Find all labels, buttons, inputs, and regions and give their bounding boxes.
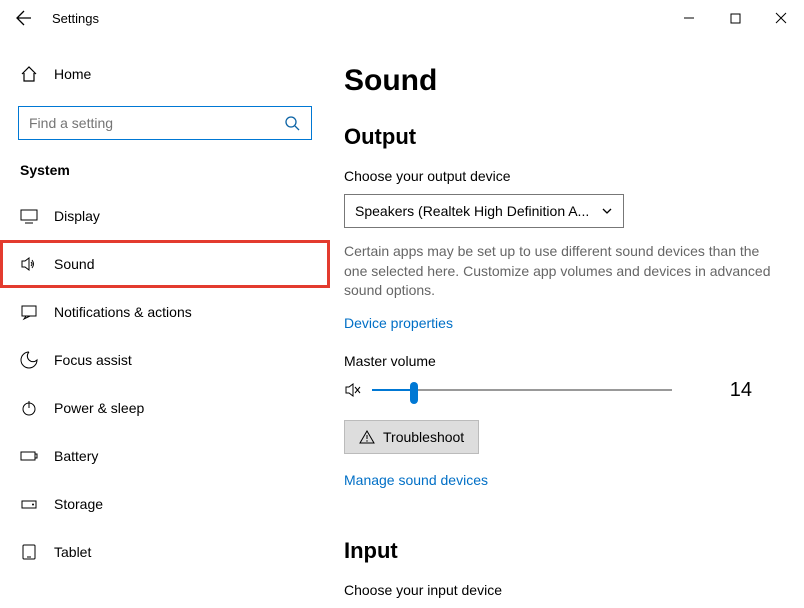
output-description: Certain apps may be set up to use differ… bbox=[344, 242, 774, 301]
volume-row: 14 bbox=[344, 379, 776, 402]
manage-sound-devices-link[interactable]: Manage sound devices bbox=[344, 472, 488, 488]
close-icon bbox=[775, 12, 787, 24]
sidebar-item-label: Sound bbox=[54, 256, 94, 272]
output-device-dropdown[interactable]: Speakers (Realtek High Definition A... bbox=[344, 194, 624, 228]
output-section: Output Choose your output device Speaker… bbox=[344, 124, 776, 510]
troubleshoot-label: Troubleshoot bbox=[383, 429, 464, 445]
sidebar-item-label: Storage bbox=[54, 496, 103, 512]
warning-icon bbox=[359, 429, 375, 445]
sidebar-item-sound[interactable]: Sound bbox=[0, 240, 330, 288]
output-heading: Output bbox=[344, 124, 776, 150]
battery-icon bbox=[20, 447, 38, 465]
device-properties-link[interactable]: Device properties bbox=[344, 315, 453, 331]
power-icon bbox=[20, 399, 38, 417]
minimize-icon bbox=[683, 12, 695, 24]
sidebar-item-label: Power & sleep bbox=[54, 400, 144, 416]
sidebar-item-focus-assist[interactable]: Focus assist bbox=[0, 336, 330, 384]
settings-window: Settings Home System bbox=[0, 0, 804, 608]
search-box[interactable] bbox=[18, 106, 312, 140]
volume-value: 14 bbox=[730, 379, 776, 402]
page-title: Sound bbox=[344, 64, 776, 98]
input-section: Input Choose your input device Microphon… bbox=[344, 538, 776, 608]
sidebar-item-label: Display bbox=[54, 208, 100, 224]
titlebar: Settings bbox=[0, 0, 804, 36]
sidebar-item-storage[interactable]: Storage bbox=[0, 480, 330, 528]
troubleshoot-button[interactable]: Troubleshoot bbox=[344, 420, 479, 454]
home-button[interactable]: Home bbox=[0, 54, 330, 94]
input-heading: Input bbox=[344, 538, 776, 564]
master-volume-label: Master volume bbox=[344, 353, 776, 369]
arrow-left-icon bbox=[16, 10, 32, 26]
sidebar-item-power-sleep[interactable]: Power & sleep bbox=[0, 384, 330, 432]
content-pane: Sound Output Choose your output device S… bbox=[330, 36, 804, 608]
close-button[interactable] bbox=[758, 0, 804, 36]
sidebar: Home System Display Sound Notifications … bbox=[0, 36, 330, 608]
home-label: Home bbox=[54, 66, 91, 82]
category-heading: System bbox=[0, 156, 330, 192]
minimize-button[interactable] bbox=[666, 0, 712, 36]
input-device-label: Choose your input device bbox=[344, 582, 776, 598]
search-icon bbox=[283, 114, 301, 132]
output-device-value: Speakers (Realtek High Definition A... bbox=[355, 203, 589, 219]
search-input[interactable] bbox=[29, 115, 283, 131]
sidebar-item-label: Battery bbox=[54, 448, 98, 464]
storage-icon bbox=[20, 495, 38, 513]
output-device-label: Choose your output device bbox=[344, 168, 776, 184]
back-button[interactable] bbox=[0, 0, 48, 36]
sidebar-item-label: Focus assist bbox=[54, 352, 132, 368]
sidebar-item-label: Notifications & actions bbox=[54, 304, 192, 320]
sidebar-item-battery[interactable]: Battery bbox=[0, 432, 330, 480]
tablet-icon bbox=[20, 543, 38, 561]
notifications-icon bbox=[20, 303, 38, 321]
volume-slider[interactable] bbox=[372, 380, 672, 400]
sound-icon bbox=[20, 255, 38, 273]
maximize-button[interactable] bbox=[712, 0, 758, 36]
home-icon bbox=[20, 65, 38, 83]
sidebar-item-label: Tablet bbox=[54, 544, 91, 560]
sidebar-item-notifications[interactable]: Notifications & actions bbox=[0, 288, 330, 336]
sidebar-item-tablet[interactable]: Tablet bbox=[0, 528, 330, 576]
chevron-down-icon bbox=[601, 205, 613, 217]
sidebar-item-display[interactable]: Display bbox=[0, 192, 330, 240]
focus-assist-icon bbox=[20, 351, 38, 369]
speaker-muted-icon[interactable] bbox=[344, 381, 362, 399]
window-title: Settings bbox=[48, 11, 99, 26]
maximize-icon bbox=[730, 13, 741, 24]
display-icon bbox=[20, 207, 38, 225]
